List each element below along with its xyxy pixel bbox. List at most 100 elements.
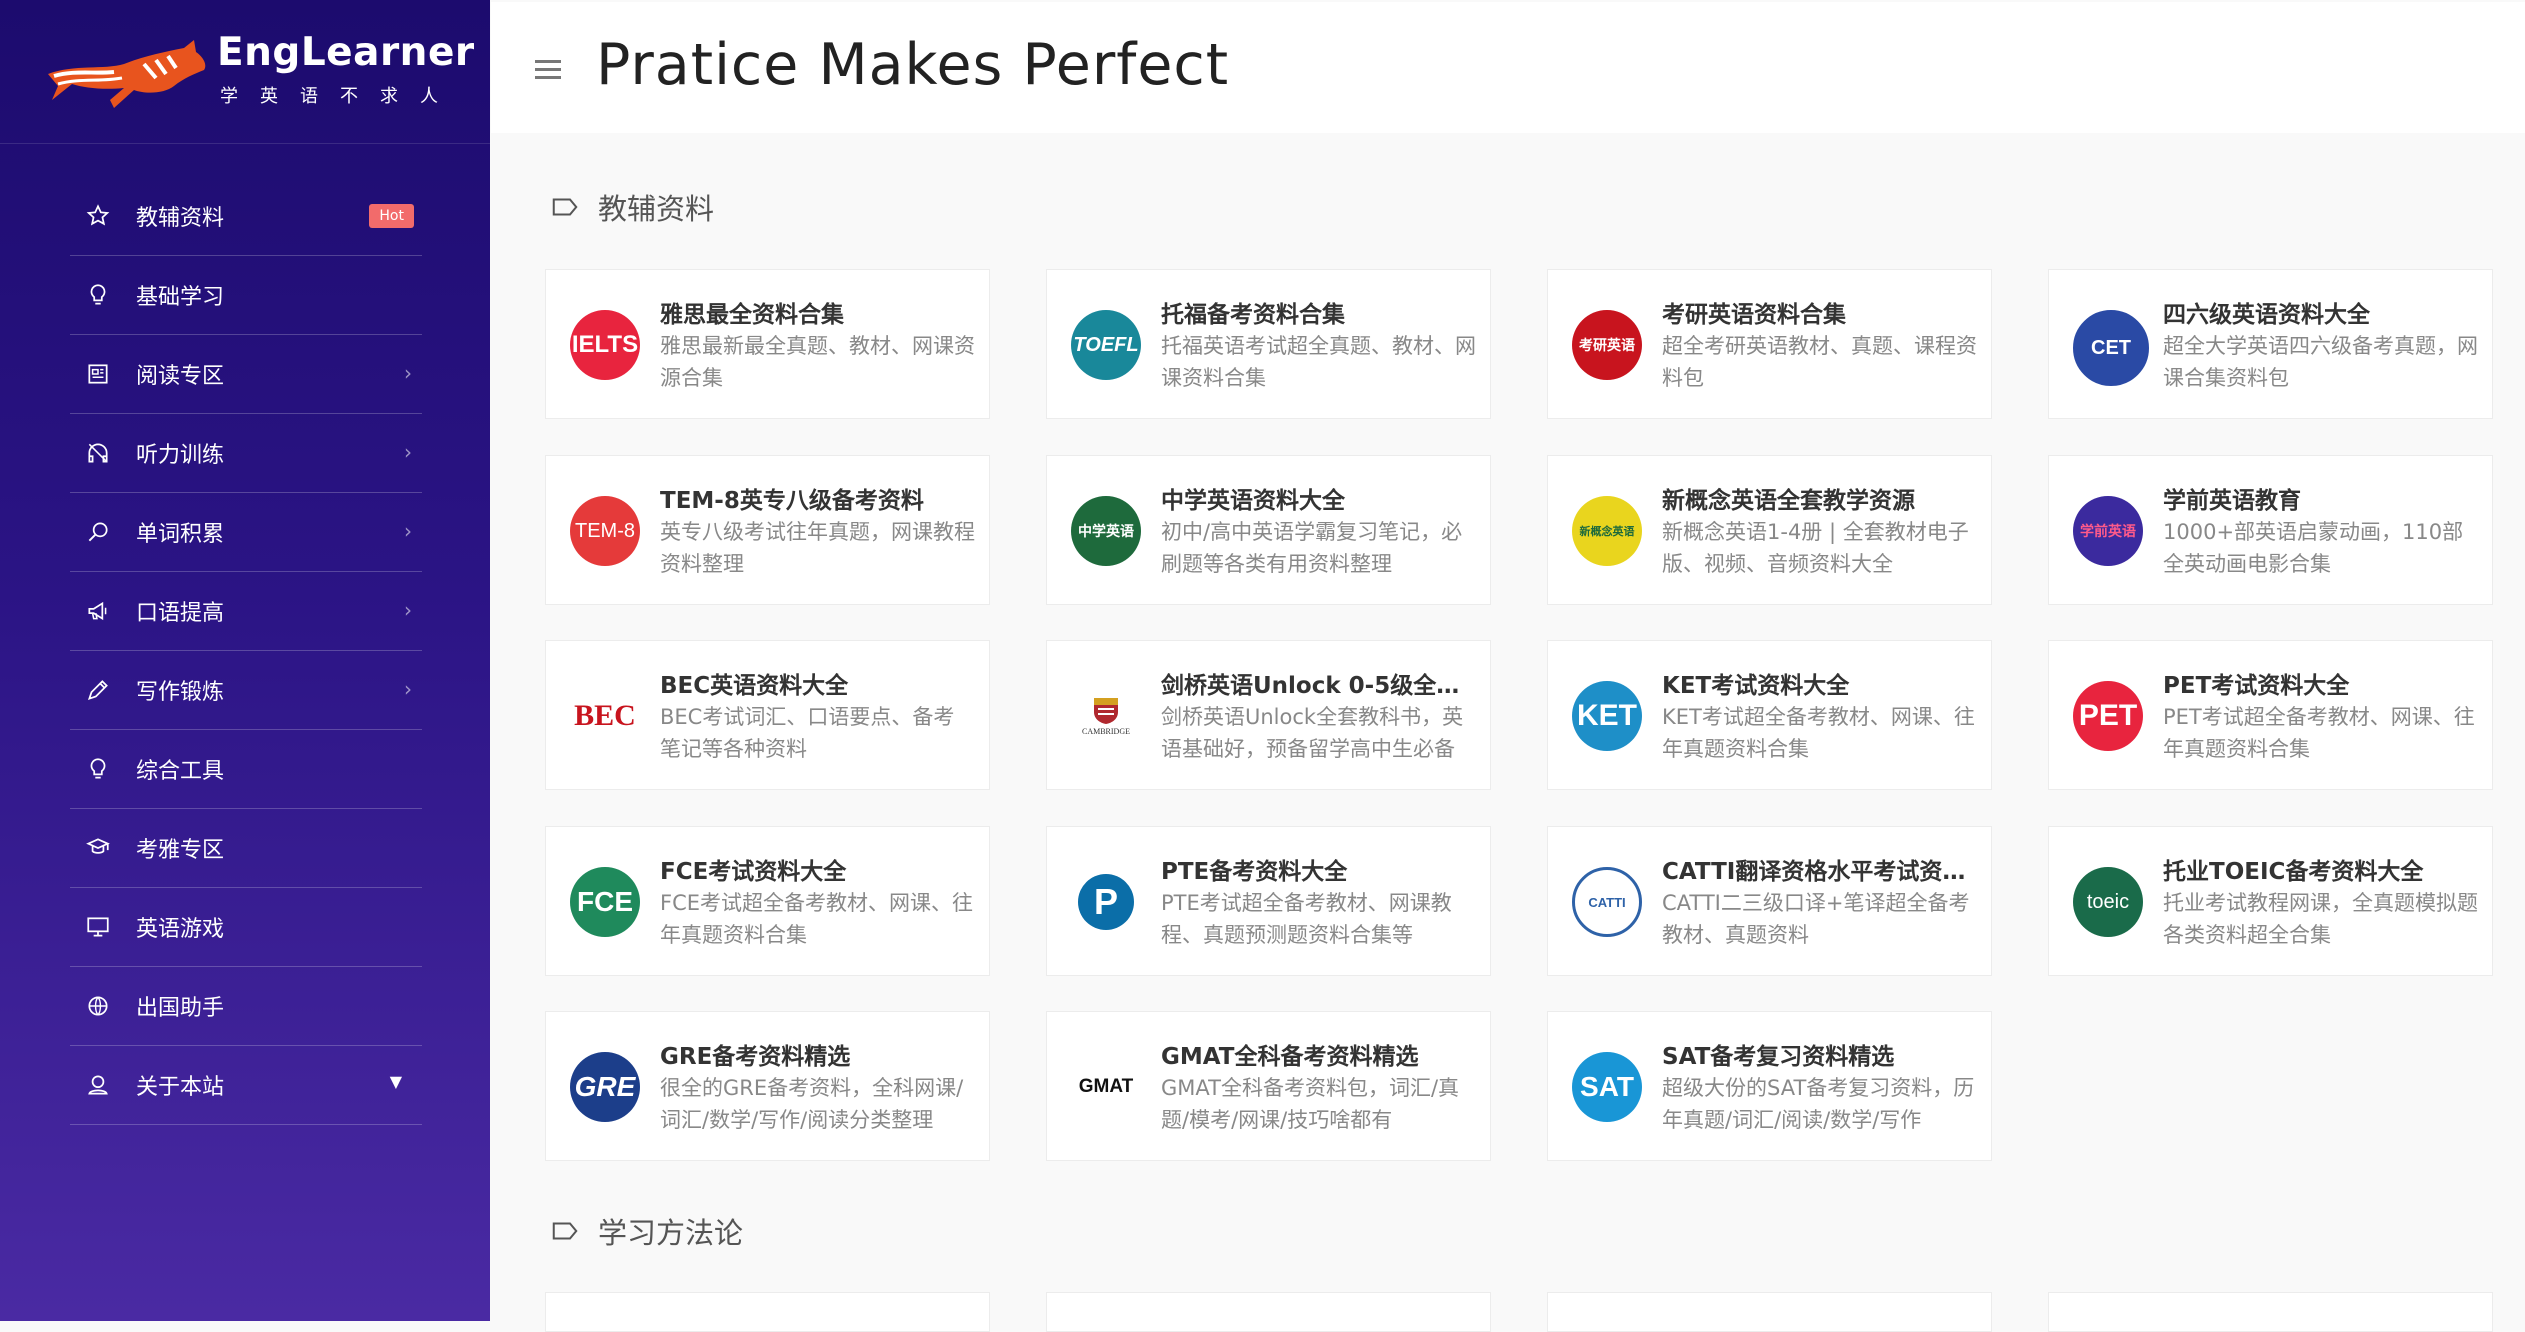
card-zhongxue[interactable]: 中学英语 中学英语资料大全 初中/高中英语学霸复习笔记，必刷题等各类有用资料整理 <box>1046 455 1491 605</box>
card-ket[interactable]: KET KET考试资料大全 KET考试超全备考教材、网课、往年真题资料合集 <box>1547 640 1992 790</box>
sidebar-item-kaoya[interactable]: 考雅专区 <box>70 809 422 888</box>
sidebar-item-yuedu[interactable]: 阅读专区 › <box>70 335 422 414</box>
globe-icon <box>84 992 112 1020</box>
fox-logo-icon <box>48 40 206 108</box>
sidebar-item-jichu[interactable]: 基础学习 <box>70 256 422 335</box>
sidebar-item-label: 写作锻炼 <box>136 680 225 705</box>
sidebar-item-label: 听力训练 <box>136 443 225 468</box>
page-title: Pratice Makes Perfect <box>596 32 1230 98</box>
card-ielts[interactable]: IELTS 雅思最全资料合集 雅思最新最全真题、教材、网课资源合集 <box>545 269 990 419</box>
ielts-logo-icon: IELTS <box>570 310 640 380</box>
top-header: Pratice Makes Perfect <box>491 2 2525 133</box>
card-desc: 初中/高中英语学霸复习笔记，必刷题等各类有用资料整理 <box>1161 520 1463 576</box>
card-title: 新概念英语全套教学资源 <box>1662 488 1915 514</box>
card-desc: 新概念英语1-4册 | 全套教材电子版、视频、音频资料大全 <box>1662 520 1969 576</box>
card-cet[interactable]: CET 四六级英语资料大全 超全大学英语四六级备考真题，网课合集资料包 <box>2048 269 2493 419</box>
card-placeholder[interactable] <box>2048 1292 2493 1332</box>
lightbulb-icon <box>84 755 112 783</box>
card-desc: CATTI二三级口译+笔译超全备考教材、真题资料 <box>1662 891 1970 947</box>
card-desc: 超全大学英语四六级备考真题，网课合集资料包 <box>2163 334 2478 390</box>
card-pte[interactable]: P PTE备考资料大全 PTE考试超全备考教材、网课教程、真题预测题资料合集等 <box>1046 826 1491 976</box>
card-placeholder[interactable] <box>1046 1292 1491 1332</box>
kaoyan-logo-icon: 考研英语 <box>1572 310 1642 380</box>
sidebar-item-danci[interactable]: 单词积累 › <box>70 493 422 572</box>
brand[interactable]: EngLearner 学英语不求人 <box>0 0 490 144</box>
chevron-right-icon: › <box>404 440 412 464</box>
gre-logo-icon: GRE <box>570 1052 640 1122</box>
sidebar-item-youxi[interactable]: 英语游戏 <box>70 888 422 967</box>
card-pet[interactable]: PET PET考试资料大全 PET考试超全备考教材、网课、往年真题资料合集 <box>2048 640 2493 790</box>
card-bec[interactable]: BEC BEC英语资料大全 BEC考试词汇、口语要点、备考笔记等各种资料 <box>545 640 990 790</box>
card-fce[interactable]: FCE FCE考试资料大全 FCE考试超全备考教材、网课、往年真题资料合集 <box>545 826 990 976</box>
sidebar-item-kouyu[interactable]: 口语提高 › <box>70 572 422 651</box>
card-title: GRE备考资料精选 <box>660 1044 851 1070</box>
xingainian-logo-icon: 新概念英语 <box>1572 496 1642 566</box>
monitor-icon <box>84 913 112 941</box>
sidebar-item-chuguo[interactable]: 出国助手 <box>70 967 422 1046</box>
sidebar-item-label: 单词积累 <box>136 522 225 547</box>
card-title: 托福备考资料合集 <box>1161 302 1345 328</box>
card-title: BEC英语资料大全 <box>660 673 849 699</box>
card-desc: 雅思最新最全真题、教材、网课资源合集 <box>660 334 975 390</box>
card-sat[interactable]: SAT SAT备考复习资料精选 超级大份的SAT备考复习资料，历年真题/词汇/阅… <box>1547 1011 1992 1161</box>
chevron-right-icon: › <box>404 598 412 622</box>
fce-logo-icon: FCE <box>570 867 640 937</box>
card-placeholder[interactable] <box>1547 1292 1992 1332</box>
sidebar-item-xiezuo[interactable]: 写作锻炼 › <box>70 651 422 730</box>
card-xingainian[interactable]: 新概念英语 新概念英语全套教学资源 新概念英语1-4册 | 全套教材电子版、视频… <box>1547 455 1992 605</box>
sidebar-item-guanyu[interactable]: 关于本站 ▼ <box>70 1046 422 1125</box>
card-title: 考研英语资料合集 <box>1662 302 1846 328</box>
card-title: KET考试资料大全 <box>1662 673 1850 699</box>
xueqian-logo-icon: 学前英语 <box>2073 496 2143 566</box>
sidebar-item-label: 出国助手 <box>136 996 225 1021</box>
card-tem8[interactable]: TEM-8 TEM-8英专八级备考资料 英专八级考试往年真题，网课教程资料整理 <box>545 455 990 605</box>
card-kaoyan[interactable]: 考研英语 考研英语资料合集 超全考研英语教材、真题、课程资料包 <box>1547 269 1992 419</box>
sidebar-item-jiaofu[interactable]: 教辅资料 Hot <box>70 177 422 256</box>
card-gre[interactable]: GRE GRE备考资料精选 很全的GRE备考资料，全科网课/词汇/数学/写作/阅… <box>545 1011 990 1161</box>
caret-down-icon: ▼ <box>389 1072 402 1091</box>
card-desc: FCE考试超全备考教材、网课、往年真题资料合集 <box>660 891 974 947</box>
menu-toggle-icon[interactable] <box>535 60 561 82</box>
sidebar-item-label: 教辅资料 <box>136 206 225 231</box>
catti-logo-icon: CATTI <box>1572 867 1642 937</box>
sidebar-item-label: 口语提高 <box>136 601 225 626</box>
tag-icon <box>552 198 578 216</box>
card-title: 雅思最全资料合集 <box>660 302 844 328</box>
card-desc: 超级大份的SAT备考复习资料，历年真题/词汇/阅读/数学/写作 <box>1662 1076 1975 1132</box>
pte-logo-letter: P <box>1078 874 1134 930</box>
card-catti[interactable]: CATTI CATTI翻译资格水平考试资料大全 CATTI二三级口译+笔译超全备… <box>1547 826 1992 976</box>
cambridge-wordmark: CAMBRIDGE <box>1081 726 1130 736</box>
chevron-right-icon: › <box>404 677 412 701</box>
card-toefl[interactable]: TOEFL 托福备考资料合集 托福英语考试超全真题、教材、网课资料合集 <box>1046 269 1491 419</box>
pet-logo-icon: PET <box>2073 681 2143 751</box>
graduation-cap-icon <box>84 834 112 862</box>
brand-slogan: 学英语不求人 <box>220 86 460 107</box>
card-gmat[interactable]: GMAT GMAT全科备考资料精选 GMAT全科备考资料包，词汇/真题/模考/网… <box>1046 1011 1491 1161</box>
card-desc: 英专八级考试往年真题，网课教程资料整理 <box>660 520 975 576</box>
card-toeic[interactable]: toeic 托业TOEIC备考资料大全 托业考试教程网课，全真题模拟题各类资料超… <box>2048 826 2493 976</box>
sidebar-item-tingli[interactable]: 听力训练 › <box>70 414 422 493</box>
card-title: SAT备考复习资料精选 <box>1662 1044 1895 1070</box>
section-title-text: 教辅资料 <box>598 192 715 226</box>
card-desc: 超全考研英语教材、真题、课程资料包 <box>1662 334 1977 390</box>
card-title: TEM-8英专八级备考资料 <box>660 488 924 514</box>
cambridge-logo-icon: CAMBRIDGE <box>1071 681 1141 751</box>
card-desc: 很全的GRE备考资料，全科网课/词汇/数学/写作/阅读分类整理 <box>660 1076 964 1132</box>
card-title: 四六级英语资料大全 <box>2163 302 2370 328</box>
section-title: 学习方法论 <box>550 1210 743 1252</box>
headphones-icon <box>84 439 112 467</box>
sidebar-item-label: 基础学习 <box>136 285 225 310</box>
newspaper-icon <box>84 360 112 388</box>
section-title-text: 学习方法论 <box>598 1216 744 1250</box>
card-placeholder[interactable] <box>545 1292 990 1332</box>
card-desc: PET考试超全备考教材、网课、往年真题资料合集 <box>2163 705 2475 761</box>
lightbulb-icon <box>84 281 112 309</box>
card-cambridge[interactable]: CAMBRIDGE 剑桥英语Unlock 0-5级全套教材 剑桥英语Unlock… <box>1046 640 1491 790</box>
card-desc: BEC考试词汇、口语要点、备考笔记等各种资料 <box>660 705 955 761</box>
card-title: PTE备考资料大全 <box>1161 859 1348 885</box>
hot-badge: Hot <box>369 204 414 228</box>
card-xueqian[interactable]: 学前英语 学前英语教育 1000+部英语启蒙动画，110部全英动画电影合集 <box>2048 455 2493 605</box>
card-title: PET考试资料大全 <box>2163 673 2350 699</box>
sidebar-item-gongju[interactable]: 综合工具 <box>70 730 422 809</box>
chevron-right-icon: › <box>404 361 412 385</box>
